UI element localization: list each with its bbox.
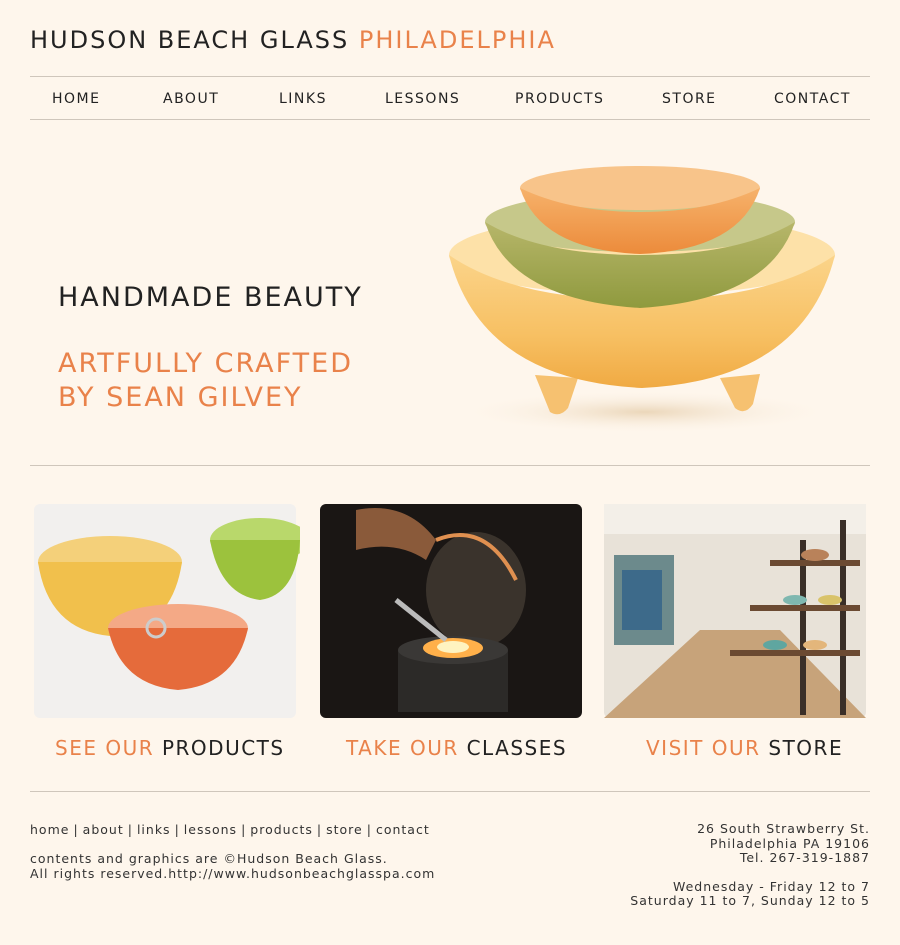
hero-subtitle-line1: ARTFULLY CRAFTED [58,348,354,379]
cta-classes-word: CLASSES [466,736,568,760]
copyright-line1: contents and graphics are ©Hudson Beach … [30,851,388,866]
copyright: contents and graphics are ©Hudson Beach … [30,851,435,881]
hero-subtitle: ARTFULLY CRAFTED BY SEAN GILVEY [58,347,363,415]
cta-classes[interactable]: TAKE OUR CLASSES [346,736,567,760]
cta-products-word: PRODUCTS [161,736,285,760]
cta-classes-lead: TAKE OUR [346,736,459,760]
hero-title: HANDMADE BEAUTY [58,282,363,313]
nav-home[interactable]: HOME [52,91,100,107]
nav-about[interactable]: ABOUT [163,91,219,107]
hero-bowls-image [440,150,850,440]
nav-products[interactable]: PRODUCTS [515,91,604,107]
footer-link-contact[interactable]: contact [376,822,430,837]
footer-link-links[interactable]: links [137,822,171,837]
hours-weekday: Wednesday - Friday 12 to 7 [672,878,870,894]
cta-store[interactable]: VISIT OUR STORE [646,736,843,760]
divider-top [30,465,870,466]
cta-products[interactable]: SEE OUR PRODUCTS [55,736,285,760]
store-thumbnail[interactable] [600,500,870,722]
address-block: 26 South Strawberry St. Philadelphia PA … [630,821,870,909]
main-nav: HOME ABOUT LINKS LESSONS PRODUCTS STORE … [30,76,870,120]
footer-link-products[interactable]: products [250,822,313,837]
address-city: Philadelphia PA 19106 [709,835,870,851]
nav-store[interactable]: STORE [662,91,717,107]
products-thumbnail[interactable] [30,500,300,722]
footer-link-home[interactable]: home [30,822,69,837]
classes-thumbnail[interactable] [316,500,586,722]
divider-bottom [30,791,870,792]
nav-contact[interactable]: CONTACT [774,91,851,107]
logo-location: PHILADELPHIA [358,26,556,54]
site-logo[interactable]: HUDSON BEACH GLASS PHILADELPHIA [30,26,556,54]
footer-link-lessons[interactable]: lessons [184,822,237,837]
footer-link-store[interactable]: store [326,822,363,837]
nav-lessons[interactable]: LESSONS [385,91,460,107]
cta-store-lead: VISIT OUR [646,736,761,760]
hero-subtitle-line2: BY SEAN GILVEY [58,382,303,413]
cta-products-lead: SEE OUR [55,736,155,760]
footer-nav: home | about | links | lessons | products | store |… [30,822,430,837]
logo-brand: HUDSON BEACH GLASS [30,26,350,54]
address-phone: Tel. 267-319-1887 [739,850,870,865]
address-street: 26 South Strawberry St. [697,821,870,836]
hero-text: HANDMADE BEAUTY ARTFULLY CRAFTED BY SEAN… [58,282,363,415]
nav-links[interactable]: LINKS [279,91,327,107]
hours-weekend: Saturday 11 to 7, Sunday 12 to 5 [630,893,870,908]
copyright-line2: All rights reserved.http://www.hudsonbea… [30,866,436,881]
footer-link-about[interactable]: about [83,822,124,837]
cta-store-word: STORE [768,736,844,760]
